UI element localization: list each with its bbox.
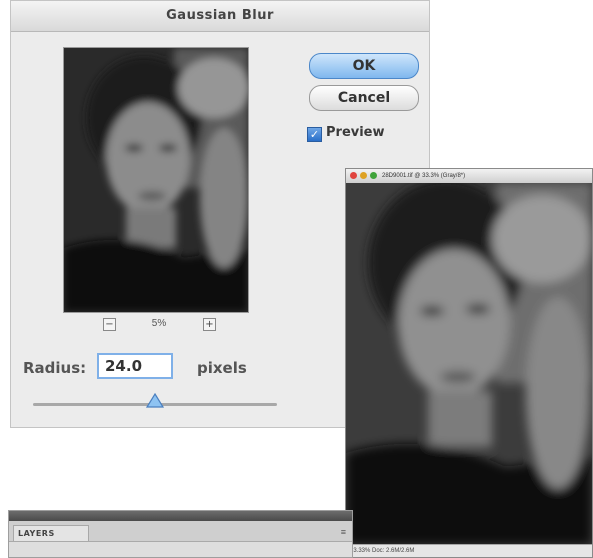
ok-button[interactable]: OK	[309, 53, 419, 79]
portrait-preview	[64, 48, 248, 312]
dialog-title: Gaussian Blur	[11, 1, 429, 32]
zoom-window-icon[interactable]	[370, 172, 377, 179]
document-title: 28D9001.tif @ 33.3% (Gray/8*)	[382, 173, 466, 179]
tab-layers[interactable]: LAYERS	[13, 525, 89, 542]
document-canvas[interactable]	[346, 183, 592, 545]
preview-checkbox-row[interactable]: ✓ Preview	[307, 125, 385, 142]
minimize-icon[interactable]	[360, 172, 367, 179]
document-titlebar: 28D9001.tif @ 33.3% (Gray/8*)	[346, 169, 592, 184]
blur-preview-image[interactable]	[63, 47, 249, 313]
preview-label: Preview	[326, 125, 385, 140]
preview-checkbox[interactable]: ✓	[307, 127, 322, 142]
document-status-text: 33.33% Doc: 2.6M/2.6M	[350, 548, 415, 554]
zoom-in-button[interactable]: +	[203, 318, 216, 331]
layers-panel-body	[9, 541, 352, 557]
layers-panel-header-strip[interactable]	[9, 511, 352, 521]
cancel-button[interactable]: Cancel	[309, 85, 419, 111]
zoom-controls: − 5% +	[89, 318, 229, 332]
panel-menu-icon[interactable]: ≡	[341, 527, 346, 537]
radius-input[interactable]	[97, 353, 173, 379]
image-document-window: 28D9001.tif @ 33.3% (Gray/8*) 33.33% Doc…	[345, 168, 593, 558]
portrait-image	[346, 183, 592, 545]
document-status-bar: 33.33% Doc: 2.6M/2.6M	[346, 544, 592, 557]
close-icon[interactable]	[350, 172, 357, 179]
radius-label: Radius:	[23, 359, 87, 377]
layers-panel: LAYERS ≡	[8, 510, 353, 558]
radius-unit-label: pixels	[197, 359, 247, 377]
radius-slider-thumb[interactable]	[146, 393, 164, 409]
